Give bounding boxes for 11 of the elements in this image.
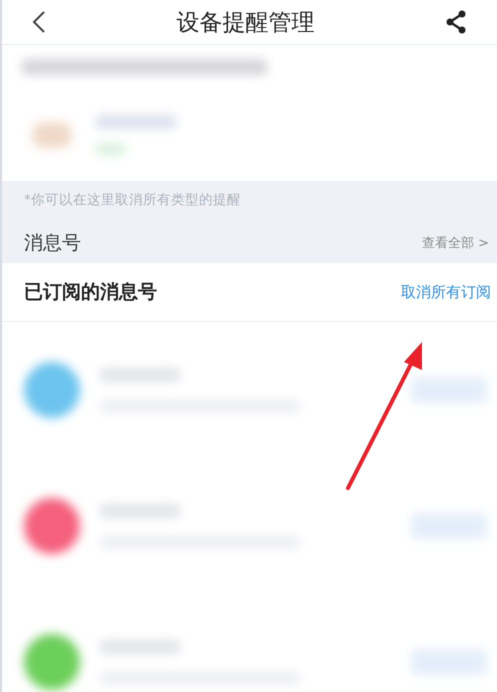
blurred-device-icon bbox=[32, 122, 72, 148]
share-icon bbox=[445, 10, 467, 34]
subscribed-title: 已订阅的消息号 bbox=[24, 280, 157, 305]
back-button[interactable] bbox=[32, 10, 46, 34]
page-title: 设备提醒管理 bbox=[176, 8, 314, 38]
view-all-link[interactable]: 查看全部 > bbox=[422, 234, 489, 252]
share-button[interactable] bbox=[445, 10, 467, 34]
hint-text: *你可以在这里取消所有类型的提醒 bbox=[24, 191, 242, 209]
back-icon bbox=[32, 10, 46, 34]
section-title: 消息号 bbox=[24, 231, 81, 256]
unsubscribe-all-link[interactable]: 取消所有订阅 bbox=[401, 282, 491, 302]
